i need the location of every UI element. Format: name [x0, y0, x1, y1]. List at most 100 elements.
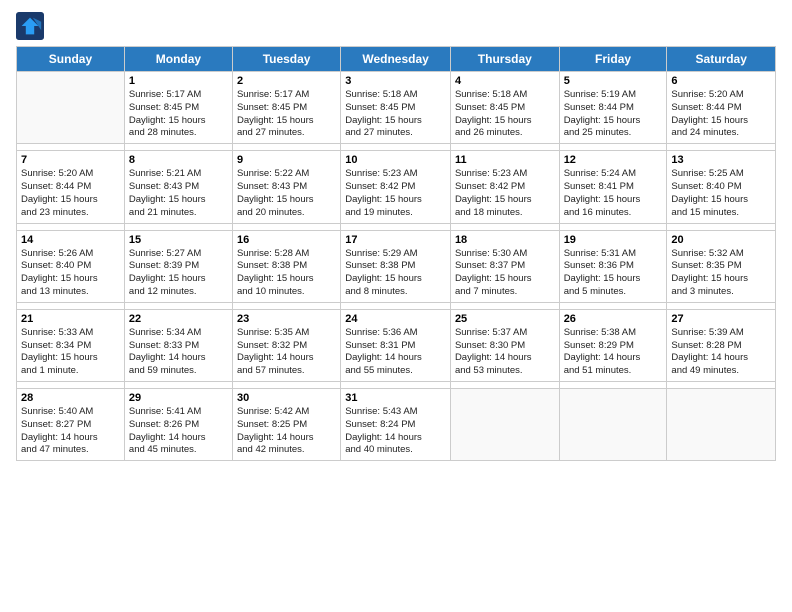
divider-cell	[17, 382, 125, 389]
day-number: 28	[21, 392, 120, 404]
calendar-cell: 24 Sunrise: 5:36 AM Sunset: 8:31 PM Dayli…	[341, 309, 451, 381]
day-number: 29	[129, 392, 228, 404]
day-number: 14	[21, 234, 120, 246]
day-info: Sunrise: 5:21 AM Sunset: 8:43 PM Dayligh…	[129, 168, 228, 219]
divider-cell	[17, 302, 125, 309]
divider-cell	[559, 302, 667, 309]
calendar-cell: 29 Sunrise: 5:41 AM Sunset: 8:26 PM Dayli…	[124, 389, 232, 461]
day-info: Sunrise: 5:24 AM Sunset: 8:41 PM Dayligh…	[564, 168, 663, 219]
day-info: Sunrise: 5:25 AM Sunset: 8:40 PM Dayligh…	[671, 168, 771, 219]
day-number: 5	[564, 75, 663, 87]
day-number: 19	[564, 234, 663, 246]
week-divider	[17, 302, 776, 309]
calendar-cell: 6Sunrise: 5:20 AM Sunset: 8:44 PM Daylig…	[667, 72, 776, 144]
day-number: 25	[455, 313, 555, 325]
calendar-cell: 30 Sunrise: 5:42 AM Sunset: 8:25 PM Dayli…	[232, 389, 340, 461]
calendar-cell	[559, 389, 667, 461]
calendar-cell: 11 Sunrise: 5:23 AM Sunset: 8:42 PM Dayli…	[450, 151, 559, 223]
calendar-cell: 15 Sunrise: 5:27 AM Sunset: 8:39 PM Dayli…	[124, 230, 232, 302]
day-number: 3	[345, 75, 446, 87]
day-number: 24	[345, 313, 446, 325]
divider-cell	[124, 382, 232, 389]
divider-cell	[124, 223, 232, 230]
day-info: Sunrise: 5:36 AM Sunset: 8:31 PM Dayligh…	[345, 327, 446, 378]
calendar-cell: 10 Sunrise: 5:23 AM Sunset: 8:42 PM Dayli…	[341, 151, 451, 223]
logo-icon	[16, 12, 44, 40]
day-info: Sunrise: 5:39 AM Sunset: 8:28 PM Dayligh…	[671, 327, 771, 378]
calendar-cell: 9Sunrise: 5:22 AM Sunset: 8:43 PM Daylig…	[232, 151, 340, 223]
calendar-week-row: 1 Sunrise: 5:17 AM Sunset: 8:45 PM Daylig…	[17, 72, 776, 144]
day-number: 30	[237, 392, 336, 404]
calendar-cell: 7Sunrise: 5:20 AM Sunset: 8:44 PM Daylig…	[17, 151, 125, 223]
calendar-cell: 13Sunrise: 5:25 AM Sunset: 8:40 PM Dayli…	[667, 151, 776, 223]
calendar-week-row: 21Sunrise: 5:33 AM Sunset: 8:34 PM Dayli…	[17, 309, 776, 381]
calendar-cell	[17, 72, 125, 144]
divider-cell	[559, 223, 667, 230]
day-number: 27	[671, 313, 771, 325]
day-number: 8	[129, 154, 228, 166]
calendar-cell: 21Sunrise: 5:33 AM Sunset: 8:34 PM Dayli…	[17, 309, 125, 381]
day-info: Sunrise: 5:42 AM Sunset: 8:25 PM Dayligh…	[237, 406, 336, 457]
day-number: 11	[455, 154, 555, 166]
divider-cell	[667, 223, 776, 230]
day-info: Sunrise: 5:34 AM Sunset: 8:33 PM Dayligh…	[129, 327, 228, 378]
day-of-week-header: Tuesday	[232, 47, 340, 72]
day-info: Sunrise: 5:35 AM Sunset: 8:32 PM Dayligh…	[237, 327, 336, 378]
divider-cell	[450, 223, 559, 230]
day-info: Sunrise: 5:20 AM Sunset: 8:44 PM Dayligh…	[21, 168, 120, 219]
day-info: Sunrise: 5:43 AM Sunset: 8:24 PM Dayligh…	[345, 406, 446, 457]
day-number: 9	[237, 154, 336, 166]
calendar-week-row: 7Sunrise: 5:20 AM Sunset: 8:44 PM Daylig…	[17, 151, 776, 223]
calendar-cell	[667, 389, 776, 461]
page: SundayMondayTuesdayWednesdayThursdayFrid…	[0, 0, 792, 612]
calendar-cell: 5Sunrise: 5:19 AM Sunset: 8:44 PM Daylig…	[559, 72, 667, 144]
day-of-week-header: Sunday	[17, 47, 125, 72]
day-info: Sunrise: 5:27 AM Sunset: 8:39 PM Dayligh…	[129, 248, 228, 299]
day-info: Sunrise: 5:29 AM Sunset: 8:38 PM Dayligh…	[345, 248, 446, 299]
day-number: 26	[564, 313, 663, 325]
calendar-cell: 23 Sunrise: 5:35 AM Sunset: 8:32 PM Dayli…	[232, 309, 340, 381]
day-info: Sunrise: 5:30 AM Sunset: 8:37 PM Dayligh…	[455, 248, 555, 299]
day-info: Sunrise: 5:37 AM Sunset: 8:30 PM Dayligh…	[455, 327, 555, 378]
calendar-cell: 14Sunrise: 5:26 AM Sunset: 8:40 PM Dayli…	[17, 230, 125, 302]
divider-cell	[124, 144, 232, 151]
divider-cell	[341, 382, 451, 389]
day-info: Sunrise: 5:38 AM Sunset: 8:29 PM Dayligh…	[564, 327, 663, 378]
divider-cell	[124, 302, 232, 309]
day-info: Sunrise: 5:23 AM Sunset: 8:42 PM Dayligh…	[345, 168, 446, 219]
calendar-cell: 25 Sunrise: 5:37 AM Sunset: 8:30 PM Dayli…	[450, 309, 559, 381]
calendar-cell: 19Sunrise: 5:31 AM Sunset: 8:36 PM Dayli…	[559, 230, 667, 302]
calendar-header-row: SundayMondayTuesdayWednesdayThursdayFrid…	[17, 47, 776, 72]
day-number: 23	[237, 313, 336, 325]
day-number: 20	[671, 234, 771, 246]
day-info: Sunrise: 5:17 AM Sunset: 8:45 PM Dayligh…	[129, 89, 228, 140]
day-number: 15	[129, 234, 228, 246]
week-divider	[17, 382, 776, 389]
day-info: Sunrise: 5:40 AM Sunset: 8:27 PM Dayligh…	[21, 406, 120, 457]
calendar-cell: 1 Sunrise: 5:17 AM Sunset: 8:45 PM Daylig…	[124, 72, 232, 144]
calendar-cell: 12Sunrise: 5:24 AM Sunset: 8:41 PM Dayli…	[559, 151, 667, 223]
day-of-week-header: Wednesday	[341, 47, 451, 72]
day-number: 16	[237, 234, 336, 246]
calendar: SundayMondayTuesdayWednesdayThursdayFrid…	[16, 46, 776, 461]
day-number: 18	[455, 234, 555, 246]
day-number: 1	[129, 75, 228, 87]
divider-cell	[17, 223, 125, 230]
divider-cell	[232, 302, 340, 309]
day-of-week-header: Saturday	[667, 47, 776, 72]
divider-cell	[232, 144, 340, 151]
day-number: 21	[21, 313, 120, 325]
day-info: Sunrise: 5:41 AM Sunset: 8:26 PM Dayligh…	[129, 406, 228, 457]
day-of-week-header: Monday	[124, 47, 232, 72]
day-number: 10	[345, 154, 446, 166]
divider-cell	[559, 382, 667, 389]
divider-cell	[341, 302, 451, 309]
calendar-cell: 28 Sunrise: 5:40 AM Sunset: 8:27 PM Dayli…	[17, 389, 125, 461]
day-info: Sunrise: 5:23 AM Sunset: 8:42 PM Dayligh…	[455, 168, 555, 219]
calendar-cell: 4Sunrise: 5:18 AM Sunset: 8:45 PM Daylig…	[450, 72, 559, 144]
week-divider	[17, 223, 776, 230]
calendar-cell: 31Sunrise: 5:43 AM Sunset: 8:24 PM Dayli…	[341, 389, 451, 461]
calendar-cell: 8 Sunrise: 5:21 AM Sunset: 8:43 PM Daylig…	[124, 151, 232, 223]
day-info: Sunrise: 5:28 AM Sunset: 8:38 PM Dayligh…	[237, 248, 336, 299]
divider-cell	[232, 382, 340, 389]
